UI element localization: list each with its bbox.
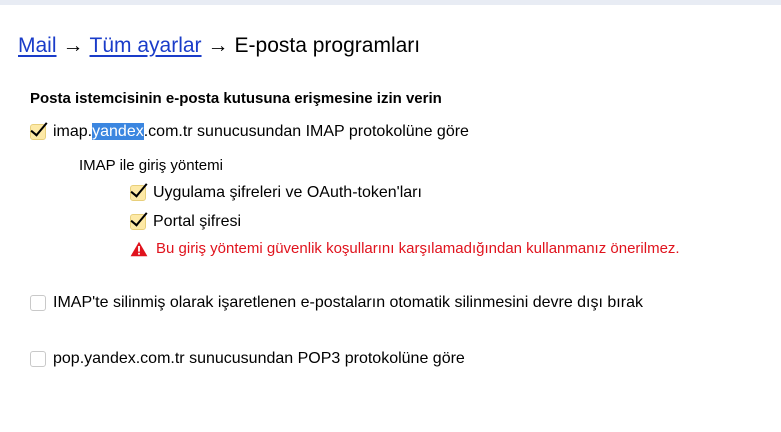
- portal-password-option[interactable]: Portal şifresi: [130, 212, 241, 232]
- app-passwords-checkbox[interactable]: [130, 185, 146, 201]
- app-passwords-option[interactable]: Uygulama şifreleri ve OAuth-token'ları: [130, 183, 422, 203]
- pop3-label: pop.yandex.com.tr sunucusundan POP3 prot…: [53, 350, 465, 367]
- pop3-checkbox[interactable]: [30, 351, 46, 367]
- auto-expunge-option[interactable]: IMAP'te silinmiş olarak işaretlenen e-po…: [30, 293, 643, 313]
- auto-expunge-label: IMAP'te silinmiş olarak işaretlenen e-po…: [53, 294, 643, 311]
- imap-label-selected-text: yandex: [92, 123, 144, 140]
- imap-checkbox[interactable]: [30, 124, 46, 140]
- section-title: Posta istemcisinin e-posta kutusuna eriş…: [30, 90, 442, 107]
- top-bar: [0, 0, 781, 5]
- imap-label-prefix: imap.: [53, 123, 93, 140]
- imap-option[interactable]: imap.yandex.com.tr sunucusundan IMAP pro…: [30, 122, 469, 142]
- breadcrumb-mail-link[interactable]: Mail: [18, 34, 57, 57]
- breadcrumb-separator: →: [207, 34, 229, 57]
- portal-password-label: Portal şifresi: [153, 213, 242, 230]
- login-method-title: IMAP ile giriş yöntemi: [79, 157, 223, 174]
- imap-label-suffix: .com.tr sunucusundan IMAP protokolüne gö…: [143, 123, 469, 140]
- page-title: E-posta programları: [234, 34, 421, 57]
- pop3-option[interactable]: pop.yandex.com.tr sunucusundan POP3 prot…: [30, 349, 465, 369]
- security-warning: Bu giriş yöntemi güvenlik koşullarını ka…: [130, 240, 680, 257]
- portal-password-checkbox[interactable]: [130, 214, 146, 230]
- app-passwords-label: Uygulama şifreleri ve OAuth-token'ları: [153, 184, 422, 201]
- imap-label: imap.yandex.com.tr sunucusundan IMAP pro…: [53, 122, 469, 142]
- warning-text: Bu giriş yöntemi güvenlik koşullarını ka…: [156, 240, 680, 257]
- warning-triangle-icon: [130, 241, 148, 256]
- breadcrumb: Mail → Tüm ayarlar → E-posta programları: [18, 33, 420, 59]
- breadcrumb-separator: →: [62, 34, 84, 57]
- auto-expunge-checkbox[interactable]: [30, 295, 46, 311]
- breadcrumb-all-settings-link[interactable]: Tüm ayarlar: [90, 34, 202, 57]
